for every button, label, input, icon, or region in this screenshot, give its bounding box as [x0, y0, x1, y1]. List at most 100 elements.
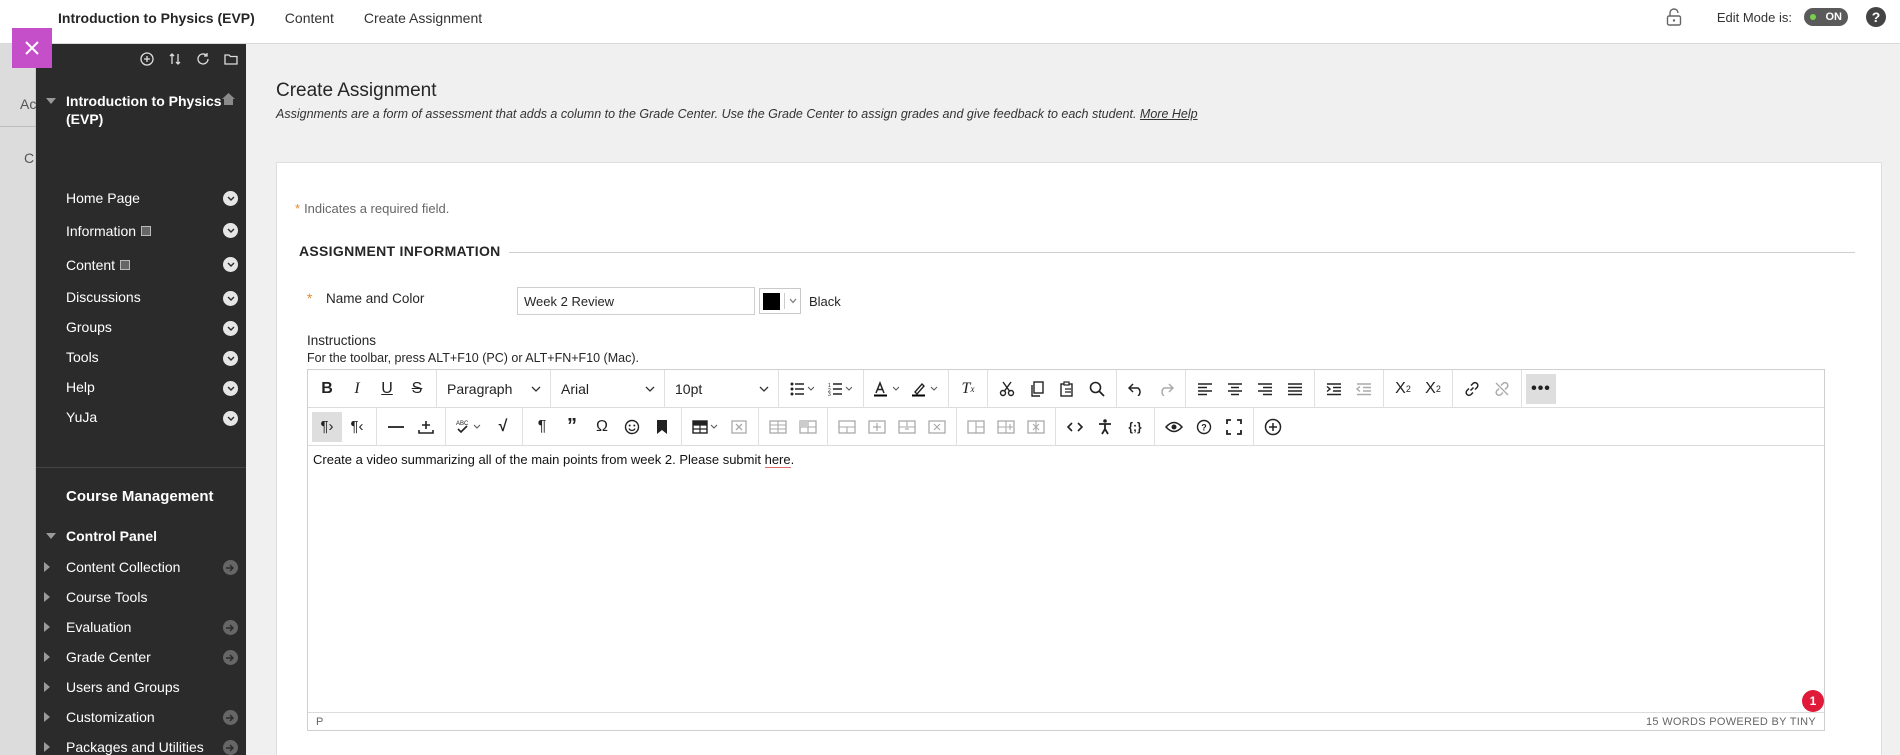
delete-table-icon[interactable] [724, 412, 754, 442]
element-path[interactable]: P [316, 716, 323, 728]
accessibility-icon[interactable] [1090, 412, 1120, 442]
menu-course-title[interactable]: Introduction to Physics (EVP) [66, 92, 226, 128]
preview-icon[interactable] [1159, 412, 1189, 442]
chevron-down-icon[interactable] [223, 291, 238, 306]
subscript-icon[interactable]: X2 [1418, 374, 1448, 404]
redo-icon[interactable] [1151, 374, 1181, 404]
clear-formatting-icon[interactable]: Tx [953, 374, 983, 404]
expand-triangle-icon[interactable] [44, 562, 50, 572]
control-panel-item-grade-center[interactable]: Grade Center [36, 642, 246, 672]
math-icon[interactable]: √ [488, 412, 518, 442]
expand-triangle-icon[interactable] [44, 592, 50, 602]
arrow-right-icon[interactable] [223, 620, 238, 635]
help-circle-icon[interactable]: ? [1189, 412, 1219, 442]
arrow-right-icon[interactable] [223, 560, 238, 575]
expand-triangle-icon[interactable] [44, 712, 50, 722]
control-panel-item-customization[interactable]: Customization [36, 702, 246, 732]
menu-item-groups[interactable]: Groups [36, 312, 246, 342]
insert-column-before-icon[interactable] [961, 412, 991, 442]
control-panel-heading[interactable]: Control Panel [66, 528, 157, 544]
table-icon[interactable] [686, 412, 724, 442]
breadcrumb-content[interactable]: Content [285, 10, 334, 26]
link-icon[interactable] [1457, 374, 1487, 404]
arrow-right-icon[interactable] [223, 710, 238, 725]
refresh-icon[interactable] [194, 50, 212, 68]
insert-row-before-icon[interactable] [832, 412, 862, 442]
control-panel-item-course-tools[interactable]: Course Tools [36, 582, 246, 612]
more-options-icon[interactable]: ••• [1526, 373, 1556, 404]
search-icon[interactable] [1082, 374, 1112, 404]
copy-icon[interactable] [1022, 374, 1052, 404]
menu-item-tools[interactable]: Tools [36, 342, 246, 372]
underline-icon[interactable]: U [372, 374, 402, 404]
italic-icon[interactable]: I [342, 374, 372, 404]
font-select[interactable]: Arial [551, 369, 665, 408]
undo-icon[interactable] [1121, 374, 1151, 404]
chevron-down-icon[interactable] [223, 321, 238, 336]
spellcheck-icon[interactable]: ABC [450, 412, 488, 442]
cut-icon[interactable] [992, 374, 1022, 404]
special-character-icon[interactable]: Ω [587, 412, 617, 442]
arrow-right-icon[interactable] [223, 650, 238, 665]
paste-icon[interactable] [1052, 374, 1082, 404]
strikethrough-icon[interactable]: S [402, 374, 432, 404]
outdent-icon[interactable] [1349, 374, 1379, 404]
menu-item-yuja[interactable]: YuJa [36, 402, 246, 432]
format-select[interactable]: Paragraph [437, 369, 551, 408]
source-code-icon[interactable] [1060, 412, 1090, 442]
align-center-icon[interactable] [1220, 374, 1250, 404]
add-content-icon[interactable] [1258, 412, 1288, 442]
delete-row-icon[interactable] [892, 412, 922, 442]
editor-link-text[interactable]: here [764, 452, 791, 468]
menu-item-home-page[interactable]: Home Page [36, 182, 246, 214]
horizontal-line-icon[interactable] [381, 412, 411, 442]
unlock-icon[interactable] [1663, 6, 1685, 28]
align-right-icon[interactable] [1250, 374, 1280, 404]
chevron-down-icon[interactable] [223, 381, 238, 396]
ltr-icon[interactable]: ¶› [312, 411, 342, 442]
justify-icon[interactable] [1280, 374, 1310, 404]
expand-triangle-icon[interactable] [44, 622, 50, 632]
chevron-down-icon[interactable] [223, 351, 238, 366]
control-panel-item-users-and-groups[interactable]: Users and Groups [36, 672, 246, 702]
menu-item-information[interactable]: Information [36, 214, 246, 248]
sort-icon[interactable] [166, 50, 184, 68]
row-delete-icon[interactable] [922, 412, 952, 442]
paragraph-mark-icon[interactable]: ¶ [527, 412, 557, 442]
folder-icon[interactable] [222, 50, 240, 68]
numbered-list-icon[interactable]: 123 [821, 374, 859, 404]
edit-mode-toggle[interactable]: ON [1804, 8, 1848, 26]
bookmark-icon[interactable] [647, 412, 677, 442]
superscript-icon[interactable]: X2 [1388, 374, 1418, 404]
chevron-down-icon[interactable] [223, 257, 238, 272]
insert-column-after-icon[interactable] [991, 412, 1021, 442]
rtl-icon[interactable]: ¶‹ [342, 412, 372, 442]
control-panel-item-content-collection[interactable]: Content Collection [36, 552, 246, 582]
chevron-down-icon[interactable] [223, 411, 238, 426]
expand-triangle-icon[interactable] [44, 682, 50, 692]
row-props-icon[interactable] [763, 412, 793, 442]
close-menu-button[interactable] [12, 28, 52, 68]
delete-column-icon[interactable] [1021, 412, 1051, 442]
code-sample-icon[interactable]: {;} [1120, 412, 1150, 442]
control-panel-item-evaluation[interactable]: Evaluation [36, 612, 246, 642]
arrow-right-icon[interactable] [223, 740, 238, 755]
help-icon[interactable]: ? [1866, 7, 1886, 27]
quote-icon[interactable]: ” [557, 412, 587, 442]
emoticon-icon[interactable] [617, 412, 647, 442]
fullscreen-icon[interactable] [1219, 412, 1249, 442]
color-picker[interactable] [759, 288, 801, 314]
bullet-list-icon[interactable] [783, 374, 821, 404]
menu-item-discussions[interactable]: Discussions [36, 282, 246, 312]
align-left-icon[interactable] [1190, 374, 1220, 404]
expand-triangle-icon[interactable] [44, 742, 50, 752]
chevron-down-icon[interactable] [223, 191, 238, 206]
menu-item-help[interactable]: Help [36, 372, 246, 402]
menu-item-content[interactable]: Content [36, 248, 246, 282]
indent-icon[interactable] [1319, 374, 1349, 404]
add-icon[interactable] [138, 50, 156, 68]
cell-props-icon[interactable] [793, 412, 823, 442]
editor-content-area[interactable]: Create a video summarizing all of the ma… [308, 446, 1824, 712]
collapse-triangle-icon[interactable] [46, 98, 56, 104]
bold-icon[interactable]: B [312, 374, 342, 404]
